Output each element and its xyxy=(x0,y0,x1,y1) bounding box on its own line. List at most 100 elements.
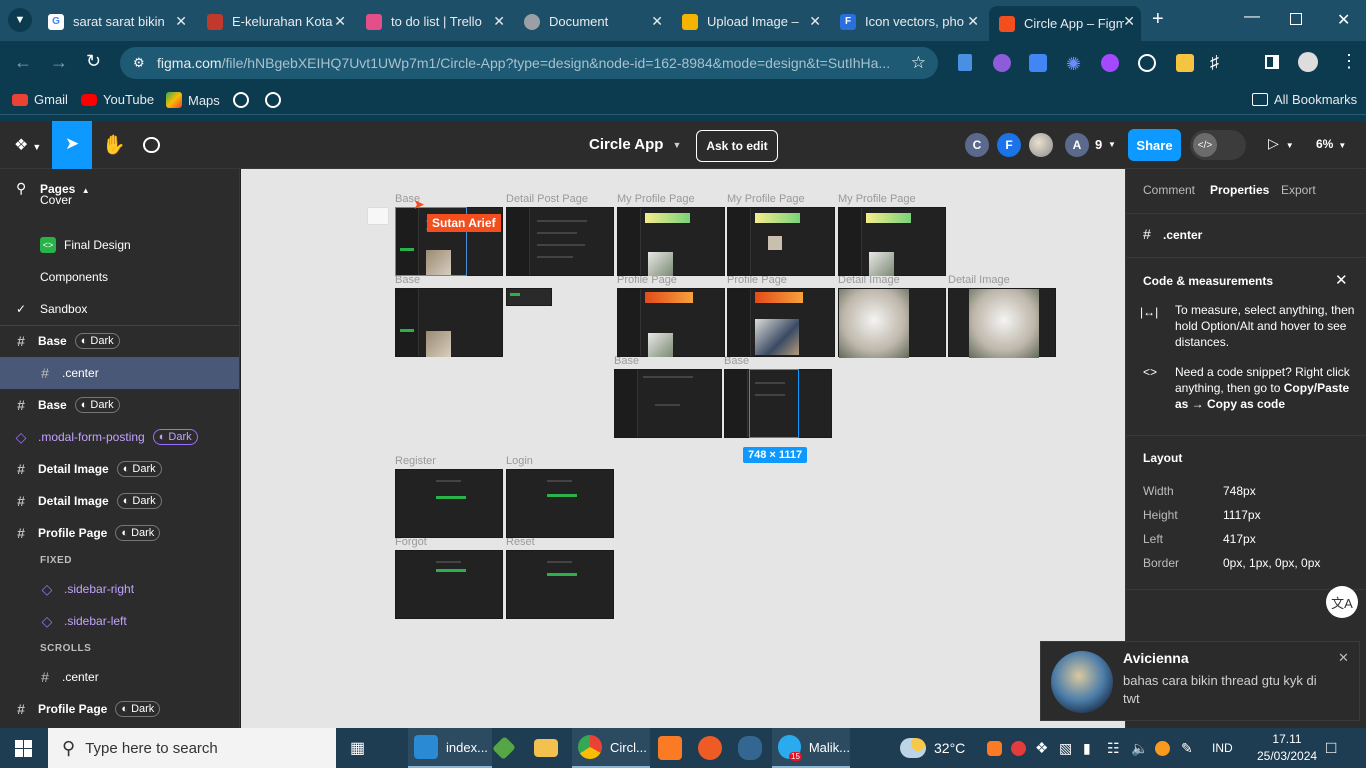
extension-icon[interactable] xyxy=(958,54,972,71)
frame-label[interactable]: Detail Post Page xyxy=(506,193,588,205)
pen-icon[interactable]: ✎ xyxy=(1181,728,1193,768)
windows-start-icon[interactable] xyxy=(15,740,32,757)
frame-thumbnail[interactable] xyxy=(506,469,614,538)
tray-xampp-icon[interactable] xyxy=(987,728,1002,768)
tab-export[interactable]: Export xyxy=(1281,183,1316,197)
tab-search-button[interactable]: ▼ xyxy=(8,8,32,32)
taskbar-app-telegram[interactable]: Malik... 15 xyxy=(772,728,850,768)
browser-tab[interactable]: Document ✕ xyxy=(514,6,669,37)
tray-app-icon[interactable] xyxy=(1155,728,1170,768)
frame-label[interactable]: My Profile Page xyxy=(838,193,916,205)
bookmark-globe[interactable] xyxy=(265,92,287,108)
bookmark-globe[interactable] xyxy=(233,92,255,108)
extension-icon[interactable] xyxy=(1138,54,1156,72)
translate-icon[interactable]: 文A xyxy=(1326,586,1358,618)
close-window-icon[interactable]: ✕ xyxy=(1337,10,1350,30)
chat-notification[interactable]: Avicienna bahas cara bikin thread gtu ky… xyxy=(1040,641,1360,721)
frame-thumbnail[interactable] xyxy=(617,207,725,276)
page-item[interactable]: <> Final Design xyxy=(0,229,239,261)
frame-label[interactable]: Register xyxy=(395,455,436,467)
all-bookmarks[interactable]: All Bookmarks xyxy=(1252,92,1357,107)
browser-tab[interactable]: to do list | Trello ✕ xyxy=(356,6,511,37)
reload-icon[interactable]: ↻ xyxy=(86,51,101,72)
frame-thumbnail[interactable] xyxy=(727,288,835,357)
frame-label[interactable]: Detail Image xyxy=(948,274,1010,286)
layer-row[interactable]: # Base ◐ Dark xyxy=(0,325,239,357)
close-tab-icon[interactable]: ✕ xyxy=(175,13,187,30)
chrome-menu-icon[interactable]: ⋮ xyxy=(1340,51,1358,72)
translate-extension-icon[interactable] xyxy=(1029,54,1047,72)
site-info-icon[interactable]: ⚙ xyxy=(133,55,145,71)
avatar-count[interactable]: 9 xyxy=(1095,137,1102,152)
bookmark-star-icon[interactable]: ☆ xyxy=(911,53,926,73)
tab-properties[interactable]: Properties xyxy=(1210,183,1269,197)
battery-icon[interactable]: ▮ xyxy=(1083,728,1091,768)
address-bar[interactable]: ⚙ figma.com/file/hNBgebXEIHQ7Uvt1UWp7m1/… xyxy=(120,47,938,79)
tray-app-icon[interactable]: ▧ xyxy=(1059,728,1072,768)
prop-value[interactable]: 0px, 1px, 0px, 0px xyxy=(1223,556,1320,570)
layer-row[interactable]: # .center xyxy=(0,661,239,693)
dev-mode-toggle[interactable]: </> xyxy=(1190,130,1246,160)
file-name[interactable]: Circle App ▼ xyxy=(589,136,681,153)
frame-thumbnail[interactable] xyxy=(395,469,503,538)
taskbar-app-xampp[interactable] xyxy=(658,728,684,768)
taskbar-app-chrome[interactable]: Circl... xyxy=(572,728,650,768)
frame-label[interactable]: Login xyxy=(506,455,533,467)
layer-row-selected[interactable]: # .center xyxy=(0,357,239,389)
avatar[interactable]: C xyxy=(965,133,989,157)
move-tool-button[interactable]: ➤ xyxy=(52,121,92,169)
page-item[interactable]: Cover xyxy=(0,193,239,229)
avatar[interactable]: F xyxy=(997,133,1021,157)
weather-widget[interactable]: 32°C xyxy=(900,728,965,768)
frame-thumbnail[interactable] xyxy=(395,550,503,619)
close-tab-icon[interactable]: ✕ xyxy=(1123,13,1135,30)
extension-icon[interactable] xyxy=(1101,54,1119,72)
prop-value[interactable]: 1117px xyxy=(1223,508,1261,522)
notification-center-icon[interactable]: □ xyxy=(1326,728,1336,768)
search-icon[interactable]: ⚲ xyxy=(16,180,26,197)
layer-row[interactable]: ◇ .sidebar-right xyxy=(0,573,239,605)
taskbar-search[interactable]: ⚲ Type here to search xyxy=(48,728,336,768)
frame-label[interactable]: My Profile Page xyxy=(617,193,695,205)
avatar[interactable] xyxy=(1029,133,1053,157)
clock[interactable]: 17.11 25/03/2024 xyxy=(1257,731,1317,765)
frame-thumbnail[interactable] xyxy=(395,288,503,357)
frame-thumbnail[interactable] xyxy=(617,288,725,357)
design-canvas[interactable]: Base Detail Post Page My Profile Page My… xyxy=(241,169,1125,728)
close-icon[interactable]: ✕ xyxy=(1335,271,1348,289)
note-thumbnail[interactable] xyxy=(367,207,389,225)
tab-comment[interactable]: Comment xyxy=(1143,183,1195,197)
bookmark-youtube[interactable]: YouTube xyxy=(81,92,154,107)
close-tab-icon[interactable]: ✕ xyxy=(651,13,663,30)
ask-to-edit-button[interactable]: Ask to edit xyxy=(696,130,778,162)
avatar[interactable]: A xyxy=(1065,133,1089,157)
comment-tool-icon[interactable] xyxy=(143,137,160,153)
taskbar-app-node[interactable] xyxy=(492,728,520,768)
new-tab-icon[interactable]: + xyxy=(1152,8,1164,31)
close-tab-icon[interactable]: ✕ xyxy=(967,13,979,30)
side-panel-icon[interactable] xyxy=(1265,55,1279,69)
page-item-active[interactable]: ✓ Sandbox xyxy=(0,293,239,325)
browser-tab[interactable]: Upload Image – ✕ xyxy=(672,6,827,37)
taskbar-app-postman[interactable] xyxy=(698,728,724,768)
close-tab-icon[interactable]: ✕ xyxy=(334,13,346,30)
frame-thumbnail[interactable] xyxy=(506,550,614,619)
back-icon[interactable]: ← xyxy=(14,52,32,73)
prop-value[interactable]: 748px xyxy=(1223,484,1256,498)
extensions-puzzle-icon[interactable]: ♯ xyxy=(1210,52,1219,73)
share-button[interactable]: Share xyxy=(1128,129,1181,161)
language-indicator[interactable]: IND xyxy=(1212,728,1233,768)
frame-thumbnail[interactable] xyxy=(727,207,835,276)
browser-tab[interactable]: E-kelurahan Kota ✕ xyxy=(197,6,352,37)
frame-thumbnail[interactable] xyxy=(506,207,614,276)
frame-thumbnail[interactable] xyxy=(838,288,946,358)
forward-icon[interactable]: → xyxy=(50,52,68,73)
close-icon[interactable]: ✕ xyxy=(1338,650,1349,666)
layer-row[interactable]: ◇ .modal-form-posting ◐ Dark xyxy=(0,421,239,453)
browser-tab-active[interactable]: Circle App – Figm ✕ xyxy=(989,6,1141,41)
browser-tab[interactable]: F Icon vectors, pho ✕ xyxy=(830,6,985,37)
extension-icon[interactable] xyxy=(993,54,1011,72)
tray-app-icon[interactable]: ❖ xyxy=(1035,728,1048,768)
frame-thumbnail[interactable] xyxy=(838,207,946,276)
layer-row[interactable]: # Base ◐ Dark xyxy=(0,389,239,421)
